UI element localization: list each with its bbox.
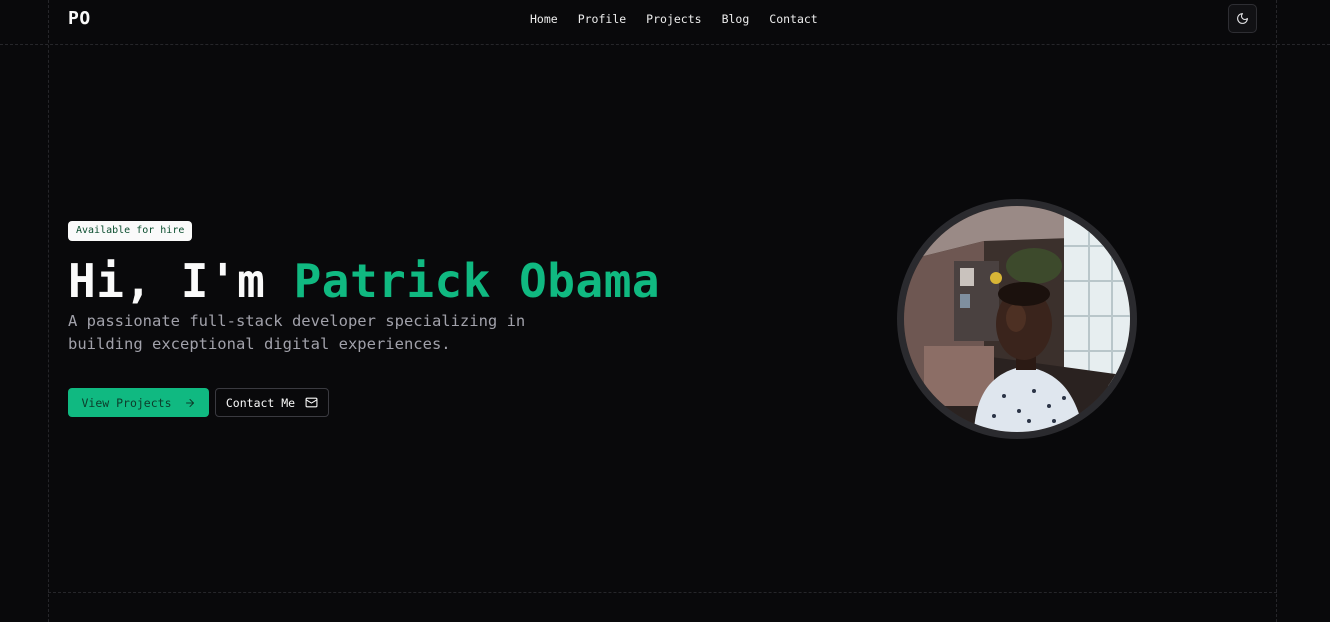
contact-me-label: Contact Me	[225, 395, 296, 410]
profile-avatar	[897, 199, 1137, 439]
hero-greeting: Hi, I'm	[68, 254, 294, 308]
nav-link-profile[interactable]: Profile	[568, 12, 636, 26]
frame-right-guide	[1276, 0, 1277, 622]
availability-badge: Available for hire	[68, 221, 193, 241]
frame-left-guide	[48, 0, 49, 622]
section-divider	[48, 592, 1277, 593]
mail-icon	[305, 397, 318, 408]
hero-headline: Hi, I'm Patrick Obama	[68, 252, 660, 310]
main-nav: Home Profile Projects Blog Contact	[520, 12, 828, 26]
view-projects-button[interactable]: View Projects	[68, 388, 209, 417]
nav-link-home[interactable]: Home	[520, 12, 568, 26]
moon-icon	[1237, 13, 1248, 24]
nav-link-contact[interactable]: Contact	[759, 12, 827, 26]
site-header: PO Home Profile Projects Blog Contact	[48, 0, 1277, 44]
hero-name: Patrick Obama	[293, 254, 661, 308]
view-projects-label: View Projects	[81, 395, 172, 410]
header-divider	[0, 44, 1330, 45]
site-logo[interactable]: PO	[68, 8, 91, 29]
arrow-right-icon	[185, 398, 194, 407]
nav-link-blog[interactable]: Blog	[712, 12, 760, 26]
hero-subtitle: A passionate full-stack developer specia…	[68, 312, 526, 353]
theme-toggle-button[interactable]	[1228, 4, 1257, 33]
profile-photo	[904, 206, 1130, 432]
nav-link-projects[interactable]: Projects	[636, 12, 711, 26]
contact-me-button[interactable]: Contact Me	[215, 388, 329, 417]
